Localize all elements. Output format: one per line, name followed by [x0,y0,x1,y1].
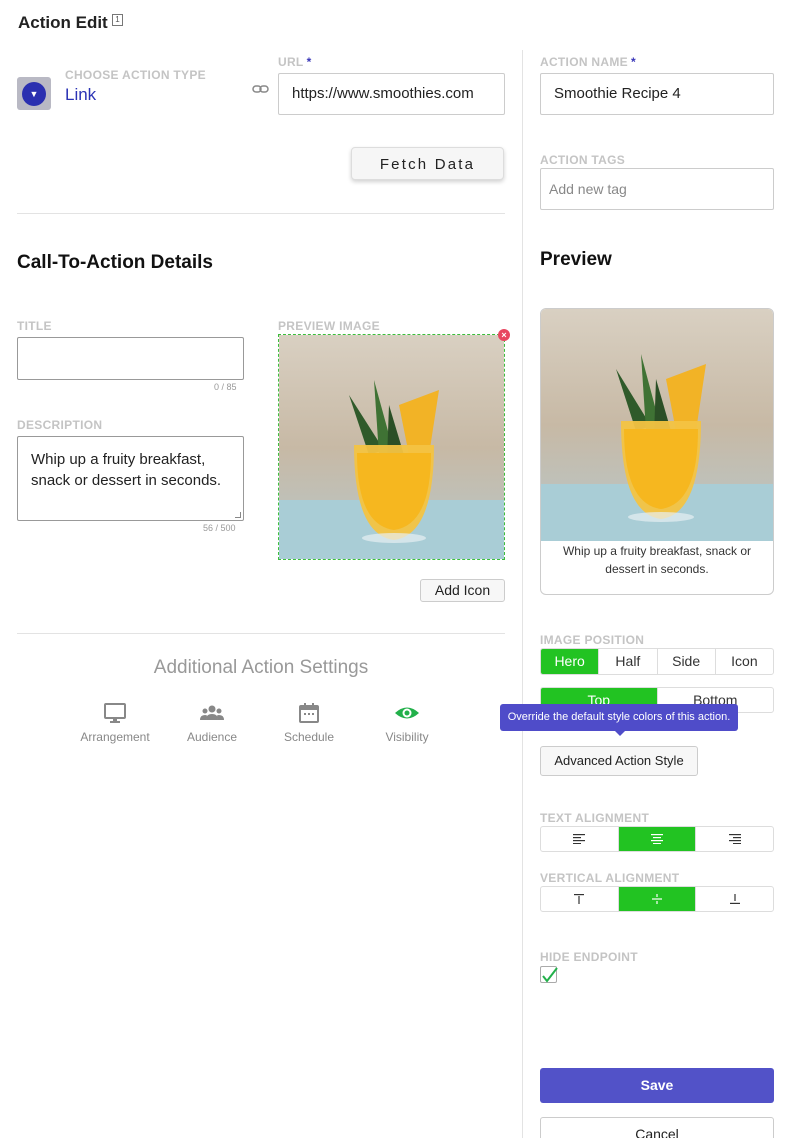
fetch-data-button[interactable]: Fetch Data [351,147,504,180]
valign-middle-icon [652,894,662,904]
title-textarea[interactable] [17,337,244,380]
description-counter: 56 / 500 [203,523,236,533]
action-tags-label: ACTION TAGS [540,153,626,167]
align-center-icon [651,834,663,844]
align-right-icon [728,834,741,844]
align-right-button[interactable] [696,827,773,851]
cancel-button[interactable]: Cancel [540,1117,774,1138]
preview-image[interactable] [278,334,505,560]
info-icon[interactable]: 1 [112,14,123,26]
page-title: Action Edit [18,13,108,32]
image-position-icon[interactable]: Icon [716,649,773,674]
title-label: TITLE [17,319,52,333]
image-position-side[interactable]: Side [658,649,716,674]
smoothie-image [279,335,504,559]
hide-endpoint-label: HIDE ENDPOINT [540,950,638,964]
setting-schedule[interactable]: Schedule [264,702,354,744]
action-type-dropdown-button[interactable]: ▼ [17,77,51,110]
setting-visibility[interactable]: Visibility [362,702,452,744]
add-icon-button[interactable]: Add Icon [420,579,505,602]
chevron-down-icon: ▼ [22,82,46,106]
text-alignment-selector [540,826,774,852]
align-center-button[interactable] [618,827,697,851]
valign-top-button[interactable] [541,887,619,911]
action-tags-input[interactable]: Add new tag [540,168,774,210]
save-button[interactable]: Save [540,1068,774,1103]
image-position-selector: Hero Half Side Icon [540,648,774,675]
divider [17,213,505,214]
description-textarea[interactable]: Whip up a fruity breakfast, snack or des… [17,436,244,521]
section-title-cta: Call-To-Action Details [17,252,213,273]
hide-endpoint-checkbox[interactable] [540,966,558,983]
valign-bottom-button[interactable] [696,887,773,911]
preview-title: Preview [540,249,612,270]
remove-image-icon[interactable]: × [498,329,510,341]
preview-card-image [541,309,773,541]
eye-icon [395,707,419,719]
additional-settings-title: Additional Action Settings [153,657,369,678]
image-position-half[interactable]: Half [599,649,658,674]
action-type-label: CHOOSE ACTION TYPE [65,68,206,82]
column-divider [522,50,523,1138]
valign-top-icon [574,894,585,904]
url-input[interactable]: https://www.smoothies.com [278,73,505,115]
text-alignment-label: TEXT ALIGNMENT [540,811,650,825]
vertical-alignment-selector [540,886,774,912]
action-type-value[interactable]: Link [65,85,96,105]
calendar-icon [299,703,319,723]
preview-card: Whip up a fruity breakfast, snack or des… [540,308,774,595]
tooltip-arrow [614,730,626,736]
image-position-hero[interactable]: Hero [541,649,600,674]
setting-audience[interactable]: Audience [167,702,257,744]
link-icon [252,85,269,93]
valign-middle-button[interactable] [618,887,697,911]
action-name-input[interactable]: Smoothie Recipe 4 [540,73,774,115]
divider [17,633,505,634]
advanced-action-style-button[interactable]: Advanced Action Style [540,746,698,776]
description-label: DESCRIPTION [17,418,103,432]
valign-bottom-icon [729,894,740,904]
checkmark-icon [542,967,558,983]
vertical-alignment-label: VERTICAL ALIGNMENT [540,871,680,885]
align-left-button[interactable] [541,827,619,851]
title-counter: 0 / 85 [214,382,237,392]
monitor-icon [104,703,126,723]
preview-caption: Whip up a fruity breakfast, snack or des… [562,544,752,576]
setting-arrangement[interactable]: Arrangement [70,702,160,744]
users-icon [200,705,224,720]
url-label: URL * [278,55,312,69]
align-left-icon [573,834,586,844]
preview-image-label: PREVIEW IMAGE [278,319,380,333]
action-name-label: ACTION NAME * [540,55,636,69]
image-position-label: IMAGE POSITION [540,633,645,647]
tooltip: Override the default style colors of thi… [500,704,738,731]
